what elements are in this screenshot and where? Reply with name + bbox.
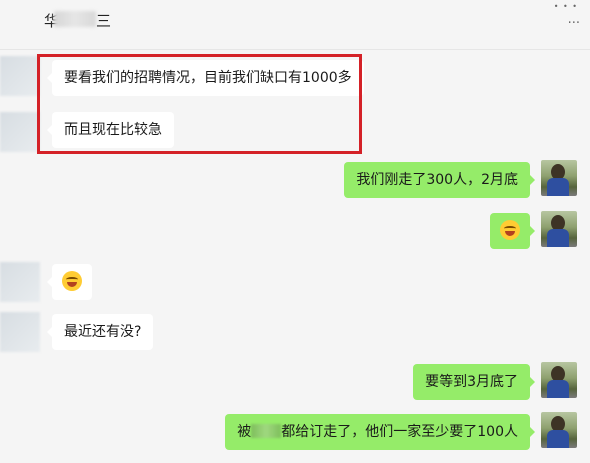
contact-avatar[interactable] [0,112,40,152]
more-options-icon[interactable]: ··· [568,16,580,31]
message-text: 最近还有没? [64,324,142,340]
message-bubble-outgoing[interactable]: 我们刚走了300人，2月底 [344,162,535,198]
message-text: 我们刚走了300人，2月底 [356,172,518,188]
message-text: 要等到3月底了 [425,374,518,390]
message-bubble-incoming[interactable] [47,264,92,300]
chat-title-fragment-end: 三 [96,12,112,30]
tears-of-joy-emoji-icon [62,270,82,291]
self-avatar[interactable] [541,160,577,196]
redacted-name [251,423,282,438]
message-bubble-outgoing[interactable] [490,213,535,249]
header-dots-icon: • • • [553,2,578,11]
message-text-prefix: 被 [237,424,252,440]
chat-title-redacted [54,11,96,27]
self-avatar[interactable] [541,211,577,247]
grin-sweat-emoji-icon [500,219,520,240]
message-bubble-outgoing[interactable]: 要等到3月底了 [413,364,535,400]
message-text-suffix: 都给订走了，他们一家至少要了100人 [281,424,518,440]
self-avatar[interactable] [541,362,577,398]
message-bubble-outgoing[interactable]: 被 都给订走了，他们一家至少要了100人 [225,414,535,450]
self-avatar[interactable] [541,412,577,448]
highlight-frame [37,54,362,154]
contact-avatar[interactable] [0,56,40,96]
chat-header: 华 三 • • • ··· [0,0,590,50]
message-bubble-incoming[interactable]: 最近还有没? [46,314,154,350]
contact-avatar[interactable] [0,312,40,352]
contact-avatar[interactable] [0,262,40,302]
